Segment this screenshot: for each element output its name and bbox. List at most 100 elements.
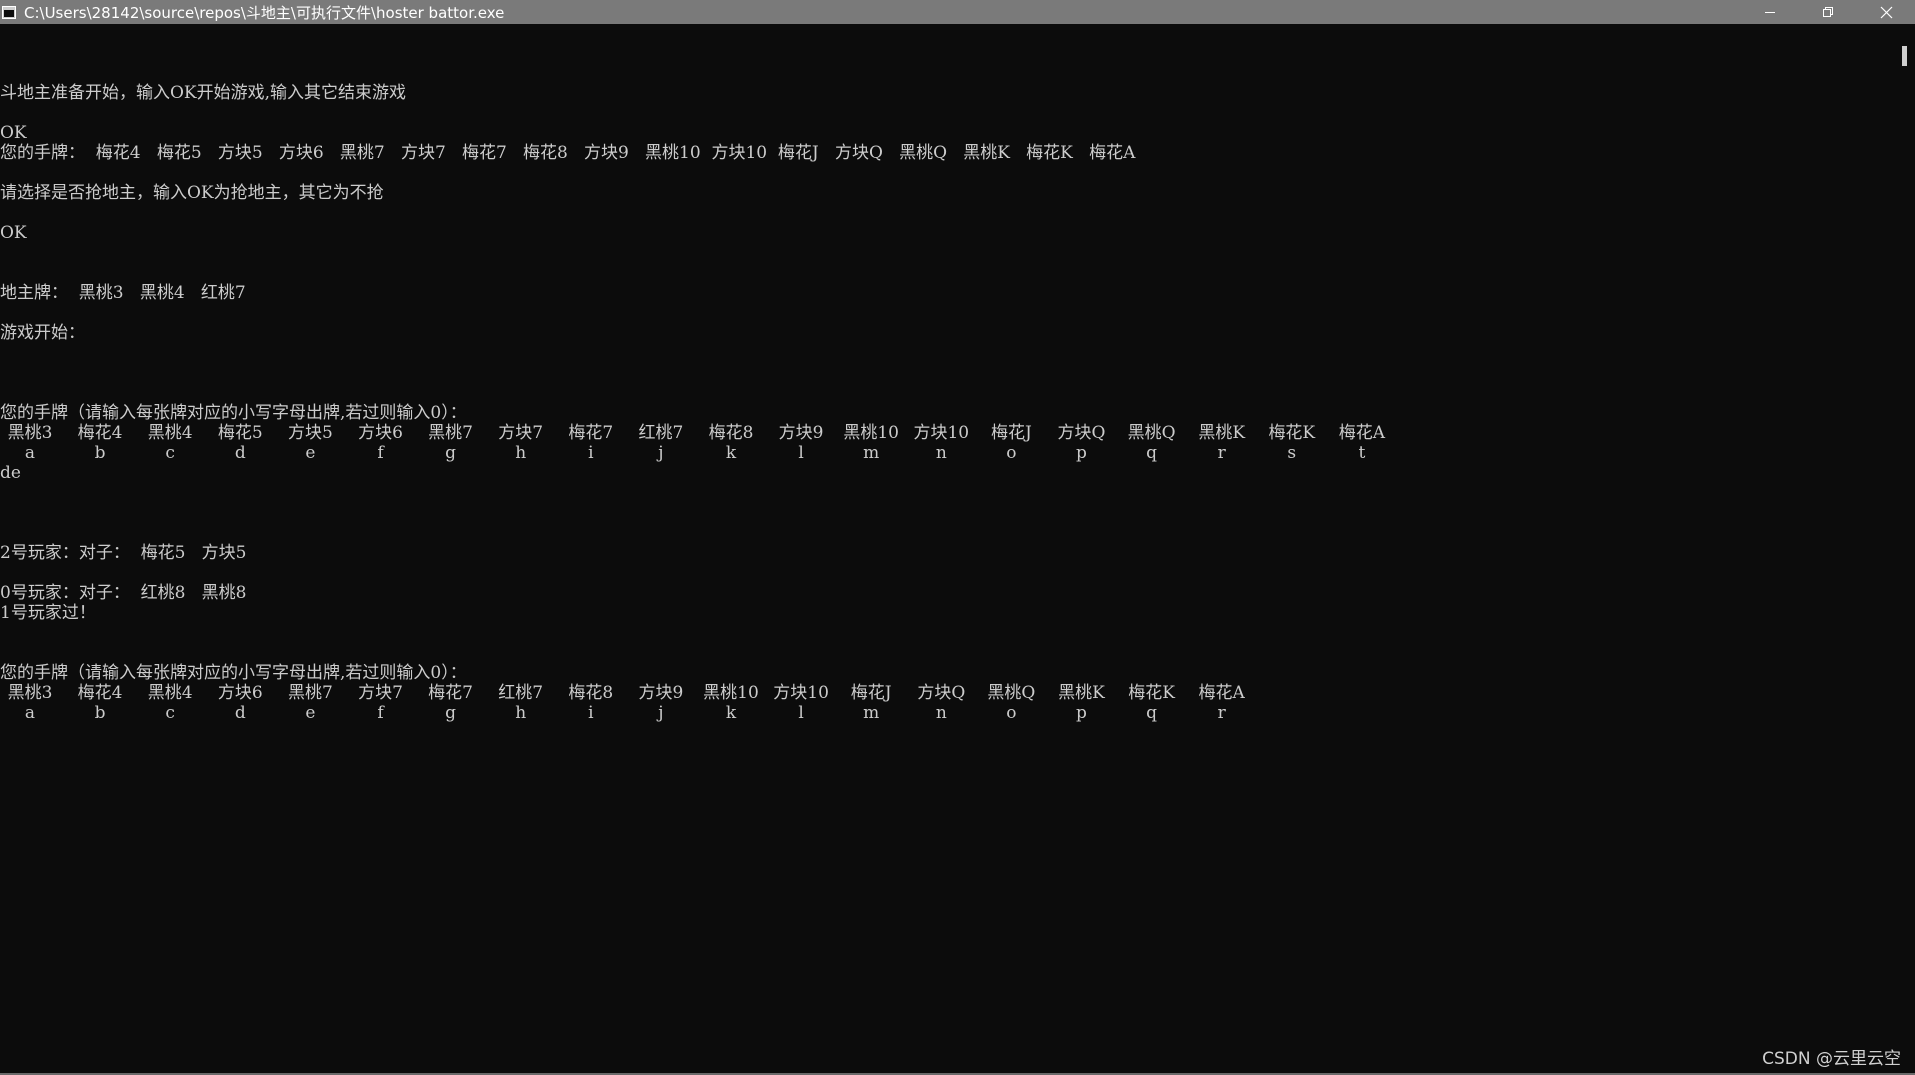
hand-card-letter: k [725,443,737,463]
hand-card-letter: f [377,443,384,463]
hand-card-letter: c [165,443,175,463]
restore-button[interactable] [1799,0,1857,24]
hand-card-label: 黑桃Q [987,683,1036,703]
hand-card-label: 黑桃7 [428,423,473,443]
hand-card-letter: g [445,443,457,463]
hand-card-letter: i [588,703,594,723]
hand-card-label: 梅花8 [708,423,754,443]
hand-card-letter: m [863,443,880,463]
hand-card-letter: a [24,443,36,463]
hand-card-label: 黑桃K [1198,423,1246,443]
hand-card-label: 梅花5 [217,423,263,443]
window-title: C:\Users\28142\source\repos\斗地主\可执行文件\ho… [24,3,505,22]
user-input-line: OK [0,123,27,143]
hand-card-label: 方块7 [358,683,403,703]
hand-card-letter: f [377,703,384,723]
hand-card-letter: t [1358,443,1366,463]
hand-card-letter: n [935,443,947,463]
close-button[interactable] [1857,0,1915,24]
game-start-line: 游戏开始： [0,323,85,343]
restore-icon [1823,7,1833,17]
hand-card-label: 梅花8 [568,683,614,703]
hand-card-label: 方块9 [778,423,824,443]
hand-card-label: 方块6 [217,683,263,703]
hand-card-label: 黑桃4 [147,683,193,703]
scrollbar-thumb[interactable] [1902,46,1907,66]
hand-card-label: 方块10 [773,683,829,703]
minimize-button[interactable] [1741,0,1799,24]
hand-card-label: 方块Q [917,683,966,703]
hand-card-letter: d [234,443,246,463]
hand-card-label: 方块9 [638,683,684,703]
console-window: C:\Users\28142\source\repos\斗地主\可执行文件\ho… [0,0,1915,1075]
hand-card-letter: j [658,443,664,463]
hand-card-label: 梅花A [1338,423,1386,443]
hand-card-letter: k [725,703,737,723]
hand-card-label: 梅花K [1128,683,1175,703]
grab-landlord-prompt-line: 请选择是否抢地主，输入OK为抢地主，其它为不抢 [0,183,384,203]
start-prompt-line: 斗地主准备开始，输入OK开始游戏,输入其它结束游戏 [0,83,407,103]
hand-card-label: 红桃7 [638,423,684,443]
initial-hand-line: 您的手牌： 梅花4 梅花5 方块5 方块6 黑桃7 方块7 梅花7 梅花8 方块… [0,143,1136,163]
hand-card-label: 梅花J [990,423,1032,443]
hand-card-letter: h [515,703,527,723]
hand-card-label: 红桃7 [498,683,544,703]
hand-card-letter: d [234,703,246,723]
hand-card-letter: j [658,703,664,723]
close-icon [1880,6,1892,18]
hand-card-label: 黑桃3 [7,423,53,443]
hand-card-letter: q [1146,443,1158,463]
hand-card-label: 方块7 [498,423,544,443]
hand-card-label: 梅花4 [77,423,123,443]
hand-card-label: 黑桃7 [287,683,333,703]
vertical-scrollbar[interactable] [1895,24,1915,1073]
hand-card-letter: p [1076,443,1087,463]
hand-card-letter: r [1217,443,1226,463]
hand-card-label: 黑桃10 [843,423,899,443]
player0-play-line: 0号玩家：对子： 红桃8 黑桃8 [0,583,247,603]
landlord-cards-line: 地主牌： 黑桃3 黑桃4 红桃7 [0,283,246,303]
hand-card-label: 方块Q [1057,423,1106,443]
hand-card-letter: c [165,703,175,723]
hand-card-letter: h [515,443,527,463]
hand-card-letter: o [1006,703,1017,723]
hand-card-letter: q [1146,703,1158,723]
hand-card-letter: s [1287,443,1297,463]
hand-card-label: 梅花K [1268,423,1316,443]
hand-card-label: 梅花J [850,683,892,703]
minimize-icon [1765,12,1775,13]
hand-card-label: 黑桃3 [7,683,53,703]
hand-card-label: 方块6 [358,423,403,443]
hand-card-letter: m [863,703,880,723]
hand-card-letter: p [1076,703,1087,723]
hand-card-letter: e [305,443,316,463]
hand-card-label: 方块10 [913,423,970,443]
console-app-icon[interactable] [2,5,16,19]
hand-card-label: 梅花7 [568,423,614,443]
hand-card-letter: e [305,703,316,723]
hand-card-label: 梅花7 [428,683,473,703]
hand-card-label: 黑桃4 [147,423,193,443]
hand-prompt-line: 您的手牌（请输入每张牌对应的小写字母出牌,若过则输入0）： [0,663,467,683]
hand-card-letter: b [94,703,106,723]
title-bar[interactable]: C:\Users\28142\source\repos\斗地主\可执行文件\ho… [0,0,1915,24]
hand-prompt-line: 您的手牌（请输入每张牌对应的小写字母出牌,若过则输入0）： [0,403,467,423]
hand-card-letter: l [798,443,804,463]
user-input-line: de [0,463,21,483]
player1-pass-line: 1号玩家过！ [0,603,96,623]
hand-card-label: 梅花4 [77,683,123,703]
hand-card-letter: l [798,703,804,723]
hand-card-letter: g [445,703,457,723]
watermark: CSDN @云里云空 [1762,1049,1901,1069]
hand-card-letter: o [1006,443,1017,463]
hand-card-label: 黑桃10 [703,683,759,703]
hand-card-label: 黑桃K [1058,683,1105,703]
hand-card-letter: n [935,703,947,723]
hand-card-letter: i [588,443,594,463]
user-input-line: OK [0,223,27,243]
console-output[interactable]: 斗地主准备开始，输入OK开始游戏,输入其它结束游戏 OK 您的手牌： 梅花4 梅… [0,24,1895,1073]
hand-card-letter: a [24,703,36,723]
hand-card-letter: b [94,443,106,463]
hand-card-label: 方块5 [287,423,333,443]
hand-card-letter: r [1217,703,1226,723]
